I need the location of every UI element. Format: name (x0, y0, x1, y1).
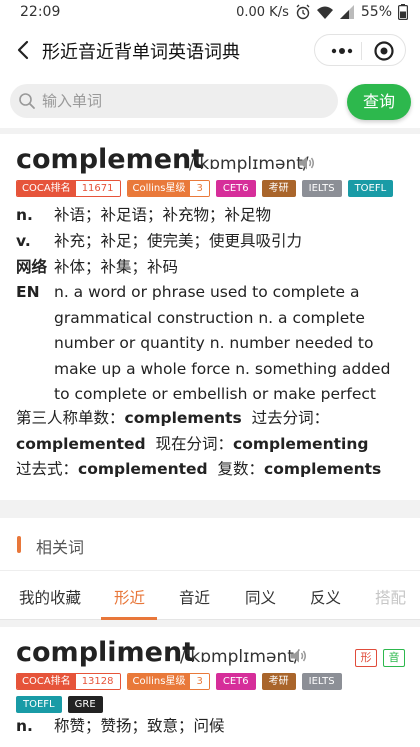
capsule-divider (361, 42, 362, 60)
past-tense-value: complemented (78, 460, 208, 478)
english-label: EN (16, 283, 40, 301)
status-time: 22:09 (20, 4, 61, 20)
tab-similar-sound[interactable]: 音近 (179, 586, 210, 608)
present-participle-value: complementing (233, 434, 369, 453)
collins-value: 3 (190, 181, 209, 196)
definition-text: 补语；补足语；补充物；补足物 (54, 206, 272, 224)
related-phonetic: /'kɒmplɪmənt/ (180, 647, 300, 667)
definition-text: 补充；补足；使完美；使更具吸引力 (54, 232, 303, 250)
network-speed: 0.00 K/s (236, 4, 289, 20)
related-words-title: 相关词 (36, 538, 85, 557)
coca-label: COCA排名 (17, 674, 76, 689)
part-of-speech: v. (16, 232, 31, 250)
search-icon (19, 93, 35, 109)
tab-antonyms[interactable]: 反义 (310, 586, 341, 608)
related-word-tags: COCA排名 13128 Collins星级 3 CET6 考研 IELTS TOE… (16, 673, 376, 713)
similar-form-badge: 形 (355, 649, 377, 667)
ielts-tag: IELTS (301, 180, 342, 197)
third-person-value: complements (124, 409, 242, 427)
mini-program-capsule (314, 34, 406, 66)
collins-label: Collins星级 (127, 181, 191, 196)
gre-tag: GRE (67, 696, 103, 713)
related-word-card[interactable]: compliment /'kɒmplɪmənt/ 形 音 COCA排名 13128… (0, 627, 420, 747)
related-definitions: n. 称赞；赞扬；致意；问候 (16, 713, 408, 739)
signal-icon (339, 5, 354, 19)
related-headword: compliment (16, 637, 196, 668)
collins-tag: Collins星级 3 (126, 180, 210, 197)
collins-value: 3 (190, 674, 209, 689)
similar-sound-badge: 音 (383, 649, 405, 667)
coca-label: COCA排名 (17, 181, 76, 196)
part-of-speech: 网络 (16, 258, 48, 276)
plural-value: complements (264, 460, 382, 478)
page-title: 形近音近背单词英语词典 (42, 42, 240, 63)
tab-similar-form[interactable]: 形近 (114, 586, 145, 608)
plural-label: 复数： (217, 460, 265, 478)
word-forms: 第三人称单数：complements 过去分词： complemented 现在… (16, 406, 411, 483)
definition-text: 补体；补集；补码 (54, 258, 179, 276)
headword: complement (16, 144, 205, 175)
kaoyan-tag: 考研 (261, 673, 296, 690)
part-of-speech: n. (16, 206, 33, 224)
status-bar: 22:09 0.00 K/s 55% (0, 0, 420, 26)
english-definition-row: EN n. a word or phrase used to complete … (16, 280, 408, 408)
collins-tag: Collins星级 3 (126, 673, 210, 690)
tab-favorites[interactable]: 我的收藏 (19, 586, 81, 608)
section-accent-bar (17, 536, 21, 553)
alarm-icon (296, 4, 310, 20)
cet6-tag: CET6 (215, 180, 256, 197)
past-tense-label: 过去式： (16, 460, 79, 478)
past-participle-label: 过去分词： (251, 409, 330, 427)
past-participle-value: complemented (16, 434, 146, 453)
coca-rank-tag: COCA排名 13128 (16, 673, 121, 690)
speaker-icon[interactable] (289, 647, 307, 665)
more-dots-icon[interactable] (327, 41, 357, 61)
search-button[interactable]: 查询 (347, 84, 411, 120)
third-person-label: 第三人称单数： (16, 409, 125, 427)
battery-level: 55% (360, 4, 392, 20)
close-target-icon[interactable] (373, 40, 395, 62)
ielts-tag: IELTS (301, 673, 342, 690)
definition-row: n. 称赞；赞扬；致意；问候 (16, 713, 408, 739)
tab-collocations[interactable]: 搭配 (375, 586, 406, 608)
battery-icon (398, 4, 408, 20)
related-words-header: 相关词 (0, 518, 420, 570)
search-input[interactable] (42, 91, 330, 111)
toefl-tag: TOEFL (347, 180, 394, 197)
coca-value: 11671 (75, 181, 120, 196)
tab-synonyms[interactable]: 同义 (245, 586, 276, 608)
active-tab-indicator (101, 617, 157, 620)
coca-rank-tag: COCA排名 11671 (16, 180, 121, 197)
nav-bar: 形近音近背单词英语词典 (0, 26, 420, 74)
kaoyan-tag: 考研 (261, 180, 296, 197)
phonetic: /'kɒmplɪmənt/ (189, 154, 309, 174)
coca-value: 13128 (75, 674, 120, 689)
definition-row: v. 补充；补足；使完美；使更具吸引力 (16, 228, 408, 254)
speaker-icon[interactable] (297, 154, 315, 172)
definitions: n. 补语；补足语；补充物；补足物 v. 补充；补足；使完美；使更具吸引力 网络… (16, 202, 408, 408)
collins-label: Collins星级 (127, 674, 191, 689)
back-arrow-icon[interactable] (10, 36, 38, 64)
word-card: complement /'kɒmplɪmənt/ COCA排名 11671 Col… (0, 134, 420, 500)
cet6-tag: CET6 (215, 673, 256, 690)
present-participle-label: 现在分词： (155, 434, 233, 453)
wifi-icon (316, 6, 333, 19)
definition-row: n. 补语；补足语；补充物；补足物 (16, 202, 408, 228)
definition-row: 网络 补体；补集；补码 (16, 254, 408, 280)
definition-text: 称赞；赞扬；致意；问候 (54, 717, 225, 735)
toefl-tag: TOEFL (16, 696, 62, 713)
search-bar: 查询 (0, 74, 420, 128)
word-tags: COCA排名 11671 Collins星级 3 CET6 考研 IELTS TOE… (16, 180, 416, 197)
search-box[interactable] (10, 84, 338, 118)
related-tabs: 我的收藏 形近 音近 同义 反义 搭配 (0, 570, 420, 620)
english-definition-text: n. a word or phrase used to complete a g… (54, 283, 391, 403)
part-of-speech: n. (16, 717, 33, 735)
